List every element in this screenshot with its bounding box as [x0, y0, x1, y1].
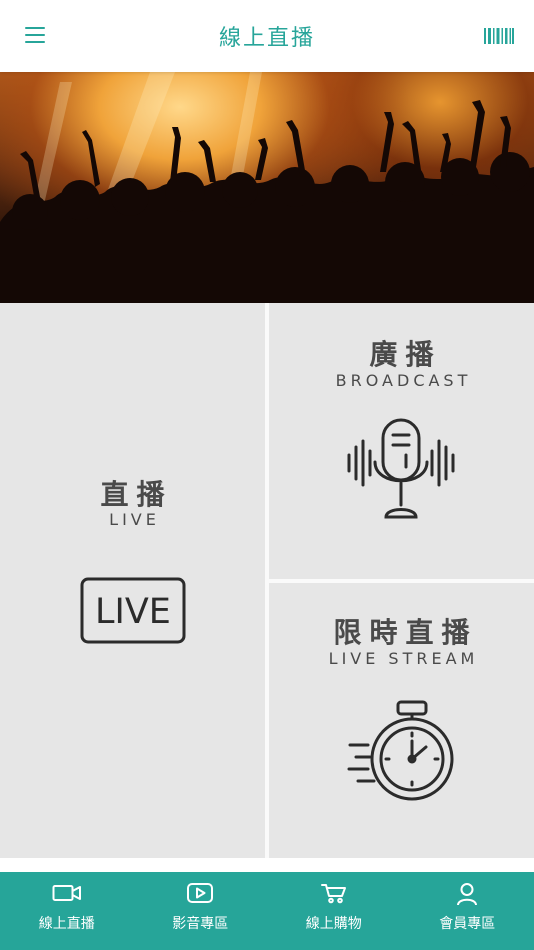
barcode-icon[interactable]: [484, 24, 514, 48]
broadcast-tile-title: 廣播: [369, 338, 442, 371]
nav-item-shop[interactable]: 線上購物: [267, 872, 401, 950]
video-camera-icon: [52, 885, 81, 901]
crowd-silhouette: [0, 72, 534, 303]
broadcast-tile-subtitle: BROADCAST: [335, 371, 472, 390]
live-tile[interactable]: 直播 LIVE LIVE: [0, 303, 265, 858]
nav-label-live: 線上直播: [38, 916, 95, 932]
nav-label-shop: 線上購物: [305, 916, 362, 932]
nav-item-video[interactable]: 影音專區: [134, 872, 268, 950]
app-header: 線上直播: [0, 0, 534, 72]
broadcast-tile[interactable]: 廣播 BROADCAST: [269, 303, 534, 579]
nav-item-member[interactable]: 會員專區: [401, 872, 534, 950]
play-icon: [187, 883, 214, 903]
live-stream-tile-subtitle: LIVE STREAM: [328, 649, 479, 668]
nav-label-video: 影音專區: [172, 916, 229, 932]
hero-banner-concert-photo: [0, 72, 534, 303]
live-badge-icon: LIVE: [80, 577, 186, 644]
stopwatch-icon: [346, 697, 456, 807]
microphone-icon: [346, 417, 456, 527]
live-tile-title: 直播: [100, 478, 173, 511]
live-stream-tile-title: 限時直播: [333, 616, 478, 649]
live-badge-text: LIVE: [95, 592, 171, 632]
cart-icon: [320, 884, 346, 904]
live-stream-tile[interactable]: 限時直播 LIVE STREAM: [269, 583, 534, 858]
live-tile-subtitle: LIVE: [109, 510, 160, 529]
feature-grid: 直播 LIVE LIVE 廣播 BROADCAST 限時直播 LIVE STRE…: [0, 303, 534, 858]
bottom-nav: 線上直播 影音專區 線上購物 會員專區: [0, 872, 534, 950]
page-title: 線上直播: [218, 26, 315, 51]
user-icon: [457, 883, 478, 906]
nav-label-member: 會員專區: [439, 916, 496, 932]
nav-item-live[interactable]: 線上直播: [0, 872, 134, 950]
